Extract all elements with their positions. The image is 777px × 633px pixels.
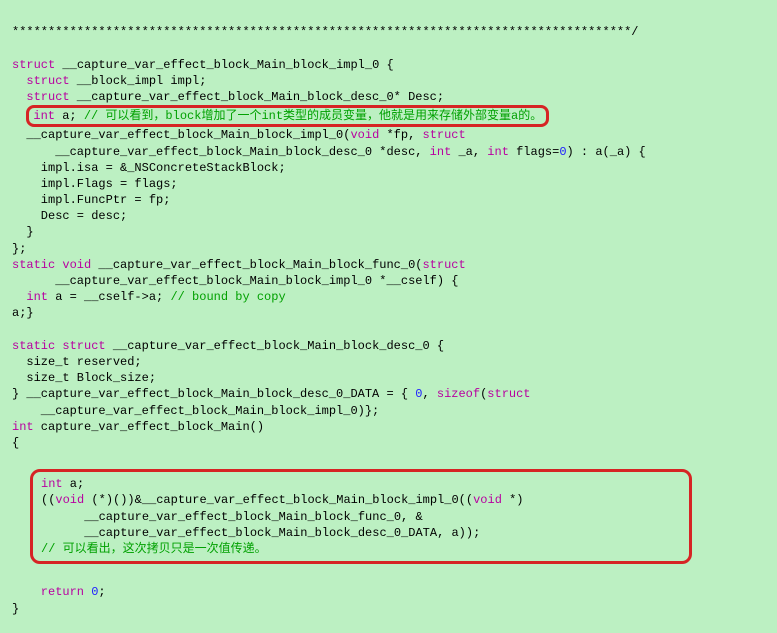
text: size_t Block_size;: [12, 371, 156, 385]
top-stars: ****************************************…: [12, 25, 639, 39]
text: capture_var_effect_block_Main(): [34, 420, 264, 434]
kw-struct: struct: [12, 58, 55, 72]
text: ,: [422, 387, 436, 401]
kw-void: void: [55, 493, 84, 507]
text: impl.FuncPtr = fp;: [12, 193, 170, 207]
text: *): [502, 493, 524, 507]
text: a;: [63, 477, 85, 491]
text: __capture_var_effect_block_Main_block_fu…: [91, 258, 422, 272]
kw-int: int: [41, 477, 63, 491]
kw-static-void: static void: [12, 258, 91, 272]
text: (*)())&__capture_var_effect_block_Main_b…: [84, 493, 473, 507]
text: size_t reserved;: [12, 355, 142, 369]
comment: // 可以看到，block增加了一个int类型的成员变量，他就是用来存储外部变量…: [84, 109, 542, 123]
highlight-box: int a; ((void (*)())&__capture_var_effec…: [30, 469, 692, 564]
text: a;: [55, 109, 84, 123]
code-block: ****************************************…: [0, 0, 777, 633]
kw-sizeof: sizeof: [437, 387, 480, 401]
text: flags=: [509, 145, 559, 159]
text: }: [12, 602, 19, 616]
text: Desc = desc;: [12, 209, 127, 223]
kw-return: return: [12, 585, 84, 599]
text: _a,: [451, 145, 487, 159]
comment: // bound by copy: [170, 290, 285, 304]
text: [84, 585, 91, 599]
kw-void: void: [473, 493, 502, 507]
text: *fp,: [379, 128, 422, 142]
text: __capture_var_effect_block_Main_block_fu…: [41, 510, 423, 524]
text: __capture_var_effect_block_Main_block_de…: [106, 339, 444, 353]
text: ((: [41, 493, 55, 507]
num: 0: [559, 145, 566, 159]
text: __block_impl impl;: [70, 74, 207, 88]
text: }: [12, 225, 34, 239]
text: {: [12, 436, 19, 450]
text: };: [12, 242, 26, 256]
kw-struct: struct: [12, 74, 70, 88]
text: impl.isa = &_NSConcreteStackBlock;: [12, 161, 286, 175]
text: __capture_var_effect_block_Main_block_im…: [12, 404, 379, 418]
num: 0: [91, 585, 98, 599]
text: a;}: [12, 306, 34, 320]
text: __capture_var_effect_block_Main_block_de…: [41, 526, 480, 540]
text: __capture_var_effect_block_Main_block_de…: [70, 90, 444, 104]
kw-static-struct: static struct: [12, 339, 106, 353]
text: __capture_var_effect_block_Main_block_de…: [12, 145, 430, 159]
kw-int: int: [12, 290, 48, 304]
text: __capture_var_effect_block_Main_block_im…: [12, 274, 458, 288]
kw-struct: struct: [422, 258, 465, 272]
text: impl.Flags = flags;: [12, 177, 178, 191]
kw-int: int: [12, 420, 34, 434]
text: __capture_var_effect_block_Main_block_im…: [12, 128, 350, 142]
text: a = __cself->a;: [48, 290, 170, 304]
kw-struct: struct: [423, 128, 466, 142]
kw-int: int: [33, 109, 55, 123]
text: ;: [98, 585, 105, 599]
comment: // 可以看出，这次拷贝只是一次值传递。: [41, 542, 267, 556]
highlight-inline: int a; // 可以看到，block增加了一个int类型的成员变量，他就是用…: [26, 105, 549, 127]
text: } __capture_var_effect_block_Main_block_…: [12, 387, 415, 401]
kw-struct: struct: [12, 90, 70, 104]
kw-int: int: [430, 145, 452, 159]
text: ) : a(_a) {: [567, 145, 646, 159]
kw-struct: struct: [487, 387, 530, 401]
kw-void: void: [350, 128, 379, 142]
text: __capture_var_effect_block_Main_block_im…: [55, 58, 393, 72]
kw-int: int: [487, 145, 509, 159]
